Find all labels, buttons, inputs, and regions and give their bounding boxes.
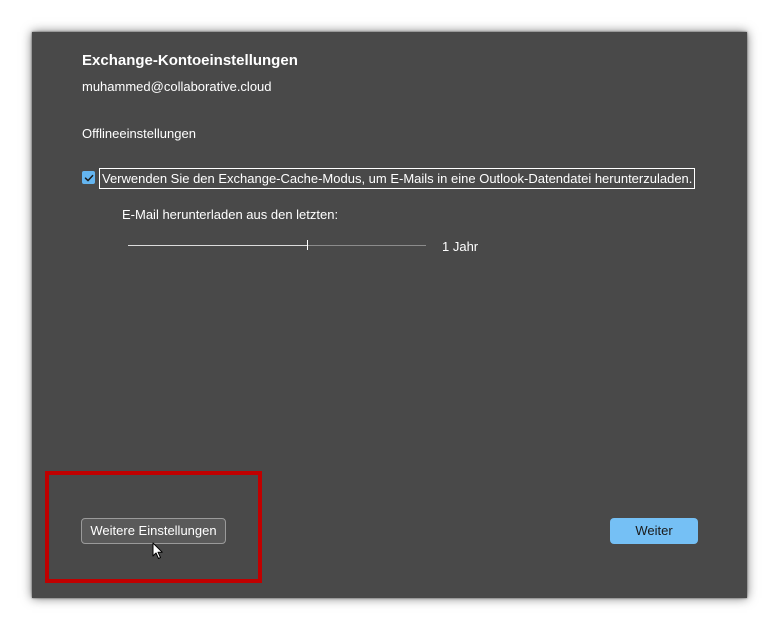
checkmark-icon	[84, 174, 93, 181]
account-email: muhammed@collaborative.cloud	[82, 79, 272, 94]
download-range-value: 1 Jahr	[442, 239, 479, 254]
offline-settings-heading: Offlineeinstellungen	[82, 126, 196, 141]
download-range-label: E-Mail herunterladen aus den letzten:	[122, 207, 339, 222]
cache-mode-label[interactable]: Verwenden Sie den Exchange-Cache-Modus, …	[99, 168, 696, 189]
next-button[interactable]: Weiter	[610, 518, 698, 544]
more-settings-button[interactable]: Weitere Einstellungen	[81, 518, 226, 544]
exchange-account-settings-dialog: Exchange-Kontoeinstellungen muhammed@col…	[32, 32, 747, 598]
slider-thumb[interactable]	[307, 240, 308, 250]
mouse-pointer-icon	[152, 542, 163, 559]
dialog-title: Exchange-Kontoeinstellungen	[82, 52, 298, 69]
download-range-slider[interactable]	[128, 236, 426, 254]
cache-mode-checkbox[interactable]	[82, 171, 95, 184]
slider-fill	[128, 245, 307, 246]
